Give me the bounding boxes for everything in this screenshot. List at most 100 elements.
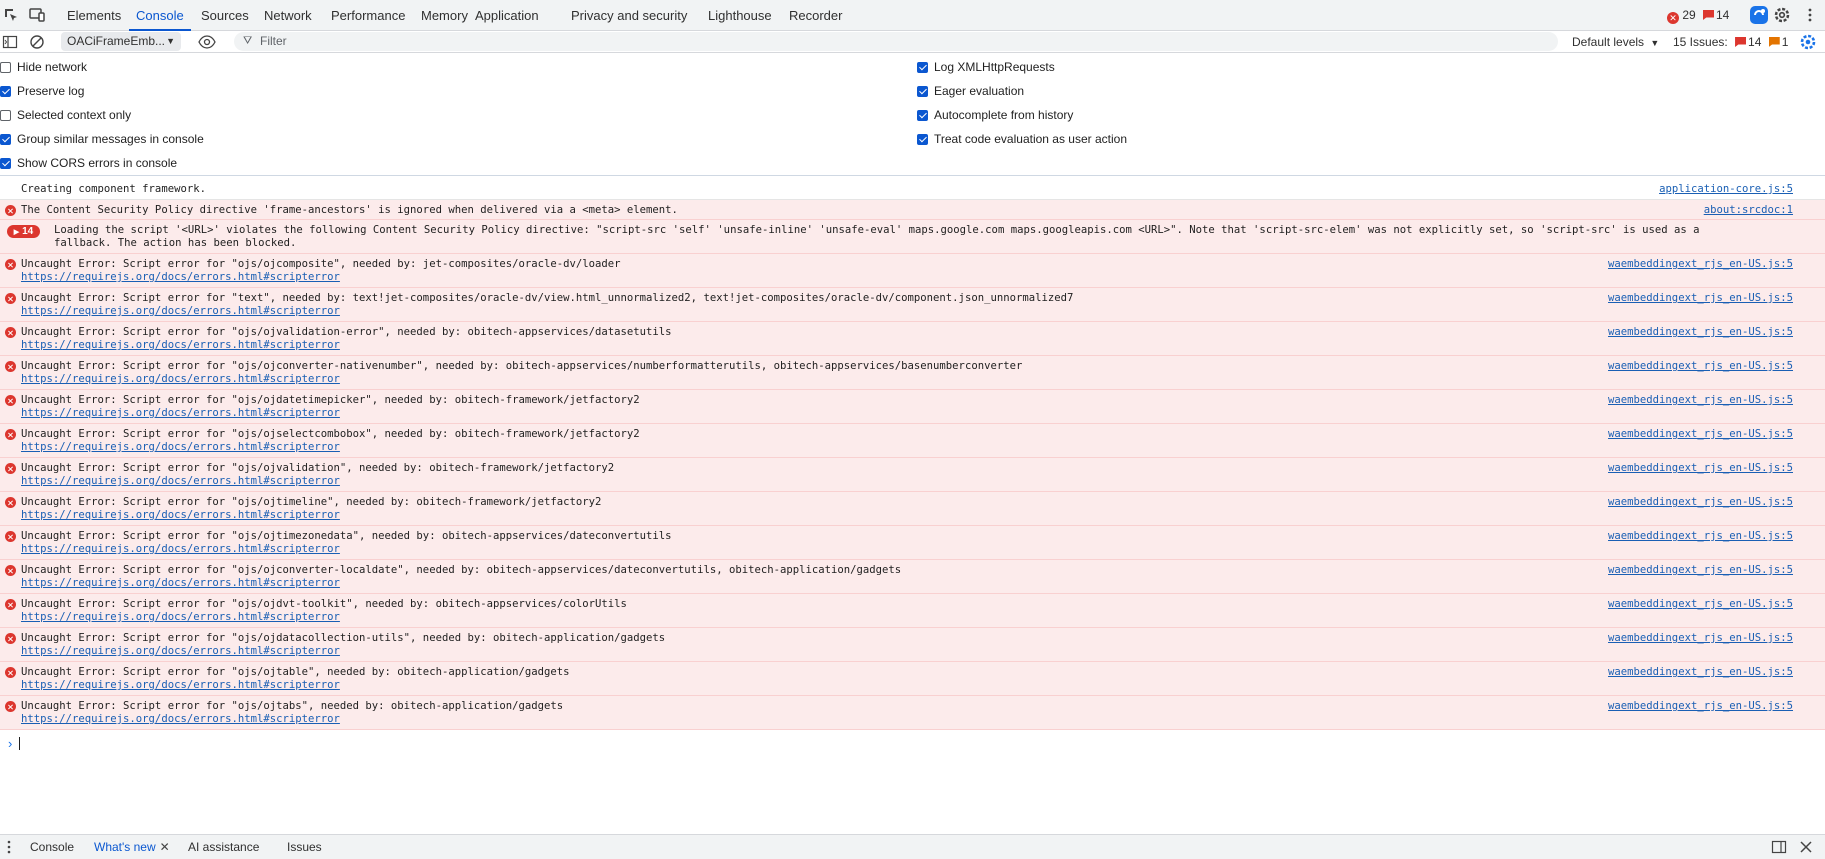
- message-source-link[interactable]: waembeddingext_rjs_en-US.js:5: [1608, 632, 1793, 645]
- message-source-link[interactable]: waembeddingext_rjs_en-US.js:5: [1608, 394, 1793, 407]
- checkbox[interactable]: [0, 134, 11, 145]
- drawer-menu-icon[interactable]: [6, 839, 12, 858]
- checkbox[interactable]: [917, 110, 928, 121]
- tab-application[interactable]: Application: [475, 0, 539, 31]
- console-message-info: Creating component framework. application…: [0, 178, 1825, 200]
- live-expression-eye-icon[interactable]: [198, 34, 216, 53]
- message-source-link[interactable]: about:srcdoc:1: [1704, 204, 1793, 217]
- requirejs-docs-link[interactable]: https://requirejs.org/docs/errors.html#s…: [21, 679, 340, 691]
- requirejs-docs-link[interactable]: https://requirejs.org/docs/errors.html#s…: [21, 407, 340, 419]
- setting-log-xmlhttprequests[interactable]: Log XMLHttpRequests: [917, 59, 1055, 75]
- error-icon: ✕: [1667, 12, 1679, 24]
- message-source-link[interactable]: waembeddingext_rjs_en-US.js:5: [1608, 360, 1793, 373]
- setting-label: Preserve log: [17, 84, 85, 98]
- console-settings-gear-icon[interactable]: [1799, 33, 1817, 54]
- issue-warning-flag-icon: [1768, 37, 1780, 47]
- tab-elements[interactable]: Elements: [67, 0, 121, 31]
- message-source-link[interactable]: application-core.js:5: [1659, 183, 1793, 196]
- requirejs-docs-link[interactable]: https://requirejs.org/docs/errors.html#s…: [21, 509, 340, 521]
- message-text: Uncaught Error: Script error for "ojs/oj…: [21, 326, 672, 338]
- message-source-link[interactable]: waembeddingext_rjs_en-US.js:5: [1608, 326, 1793, 339]
- setting-autocomplete-from-history[interactable]: Autocomplete from history: [917, 107, 1073, 123]
- sidebar-toggle-icon[interactable]: [2, 34, 18, 53]
- repeat-count-badge[interactable]: ▶ 14: [7, 225, 40, 238]
- console-message-error-group[interactable]: ▶ 14 Loading the script '<URL>' violates t…: [0, 220, 1825, 254]
- filter-input[interactable]: ⛛ Filter: [234, 32, 1558, 51]
- drawer-tab-what-s-new[interactable]: What's new ✕: [94, 840, 170, 854]
- inspect-element-icon[interactable]: [2, 6, 20, 24]
- requirejs-docs-link[interactable]: https://requirejs.org/docs/errors.html#s…: [21, 645, 340, 657]
- issues-summary-button[interactable]: 15 Issues: 14 1: [1673, 35, 1788, 49]
- tab-console[interactable]: Console: [129, 0, 191, 31]
- checkbox[interactable]: [917, 62, 928, 73]
- device-toolbar-icon[interactable]: [28, 6, 46, 24]
- requirejs-docs-link[interactable]: https://requirejs.org/docs/errors.html#s…: [21, 475, 340, 487]
- requirejs-docs-link[interactable]: https://requirejs.org/docs/errors.html#s…: [21, 441, 340, 453]
- error-icon: [5, 701, 16, 712]
- more-options-icon[interactable]: [1801, 6, 1819, 24]
- setting-treat-code-evaluation-as-user-action[interactable]: Treat code evaluation as user action: [917, 131, 1127, 147]
- console-input[interactable]: [19, 737, 20, 750]
- requirejs-docs-link[interactable]: https://requirejs.org/docs/errors.html#s…: [21, 271, 340, 283]
- tab-performance[interactable]: Performance: [331, 0, 405, 31]
- settings-gear-icon[interactable]: [1773, 6, 1791, 24]
- message-text: Uncaught Error: Script error for "ojs/oj…: [21, 258, 621, 270]
- checkbox[interactable]: [917, 134, 928, 145]
- requirejs-docs-link[interactable]: https://requirejs.org/docs/errors.html#s…: [21, 577, 340, 589]
- message-source-link[interactable]: waembeddingext_rjs_en-US.js:5: [1608, 530, 1793, 543]
- log-levels-dropdown[interactable]: Default levels ▼: [1572, 35, 1659, 49]
- close-drawer-icon[interactable]: [1798, 839, 1814, 858]
- setting-eager-evaluation[interactable]: Eager evaluation: [917, 83, 1024, 99]
- message-source-link[interactable]: waembeddingext_rjs_en-US.js:5: [1608, 258, 1793, 271]
- message-source-link[interactable]: waembeddingext_rjs_en-US.js:5: [1608, 292, 1793, 305]
- console-message-error: Uncaught Error: Script error for "ojs/oj…: [0, 356, 1825, 390]
- checkbox[interactable]: [0, 86, 11, 97]
- drawer-tab-ai-assistance[interactable]: AI assistance: [188, 840, 259, 854]
- console-messages: Creating component framework. application…: [0, 178, 1825, 730]
- tab-lighthouse[interactable]: Lighthouse: [708, 0, 772, 31]
- close-tab-icon[interactable]: ✕: [160, 840, 170, 854]
- tab-recorder[interactable]: Recorder: [789, 0, 842, 31]
- console-settings-panel: Hide network Preserve log Selected context…: [0, 53, 1825, 176]
- dock-side-icon[interactable]: [1771, 839, 1787, 858]
- setting-label: Selected context only: [17, 108, 132, 122]
- setting-selected-context-only[interactable]: Selected context only: [0, 107, 131, 123]
- requirejs-docs-link[interactable]: https://requirejs.org/docs/errors.html#s…: [21, 305, 340, 317]
- checkbox[interactable]: [0, 110, 11, 121]
- requirejs-docs-link[interactable]: https://requirejs.org/docs/errors.html#s…: [21, 611, 340, 623]
- ai-assistance-icon[interactable]: [1749, 5, 1769, 25]
- requirejs-docs-link[interactable]: https://requirejs.org/docs/errors.html#s…: [21, 373, 340, 385]
- message-source-link[interactable]: waembeddingext_rjs_en-US.js:5: [1608, 700, 1793, 713]
- context-selector[interactable]: OACiFrameEmb... ▼: [61, 32, 181, 51]
- message-source-link[interactable]: waembeddingext_rjs_en-US.js:5: [1608, 598, 1793, 611]
- checkbox[interactable]: [0, 62, 11, 73]
- message-source-link[interactable]: waembeddingext_rjs_en-US.js:5: [1608, 462, 1793, 475]
- message-text: Uncaught Error: Script error for "ojs/oj…: [21, 666, 570, 678]
- error-count[interactable]: ✕ 29: [1667, 8, 1696, 24]
- setting-preserve-log[interactable]: Preserve log: [0, 83, 84, 99]
- tab-privacy-and-security[interactable]: Privacy and security: [571, 0, 687, 31]
- tab-sources[interactable]: Sources: [201, 0, 249, 31]
- chevron-down-icon: ▼: [1650, 38, 1660, 48]
- requirejs-docs-link[interactable]: https://requirejs.org/docs/errors.html#s…: [21, 713, 340, 725]
- issue-count[interactable]: 14: [1703, 8, 1729, 22]
- requirejs-docs-link[interactable]: https://requirejs.org/docs/errors.html#s…: [21, 339, 340, 351]
- tab-network[interactable]: Network: [264, 0, 312, 31]
- message-source-link[interactable]: waembeddingext_rjs_en-US.js:5: [1608, 428, 1793, 441]
- console-message-error: Uncaught Error: Script error for "ojs/oj…: [0, 390, 1825, 424]
- message-source-link[interactable]: waembeddingext_rjs_en-US.js:5: [1608, 564, 1793, 577]
- drawer-tab-console[interactable]: Console: [30, 840, 74, 854]
- message-source-link[interactable]: waembeddingext_rjs_en-US.js:5: [1608, 666, 1793, 679]
- setting-show-cors-errors-in-console[interactable]: Show CORS errors in console: [0, 155, 177, 171]
- error-icon: [5, 463, 16, 474]
- tab-memory[interactable]: Memory: [421, 0, 468, 31]
- setting-hide-network[interactable]: Hide network: [0, 59, 87, 75]
- setting-group-similar-messages-in-console[interactable]: Group similar messages in console: [0, 131, 204, 147]
- drawer-tab-issues[interactable]: Issues: [287, 840, 322, 854]
- error-icon: [5, 205, 16, 216]
- requirejs-docs-link[interactable]: https://requirejs.org/docs/errors.html#s…: [21, 543, 340, 555]
- clear-console-icon[interactable]: [29, 34, 45, 53]
- message-source-link[interactable]: waembeddingext_rjs_en-US.js:5: [1608, 496, 1793, 509]
- checkbox[interactable]: [0, 158, 11, 169]
- checkbox[interactable]: [917, 86, 928, 97]
